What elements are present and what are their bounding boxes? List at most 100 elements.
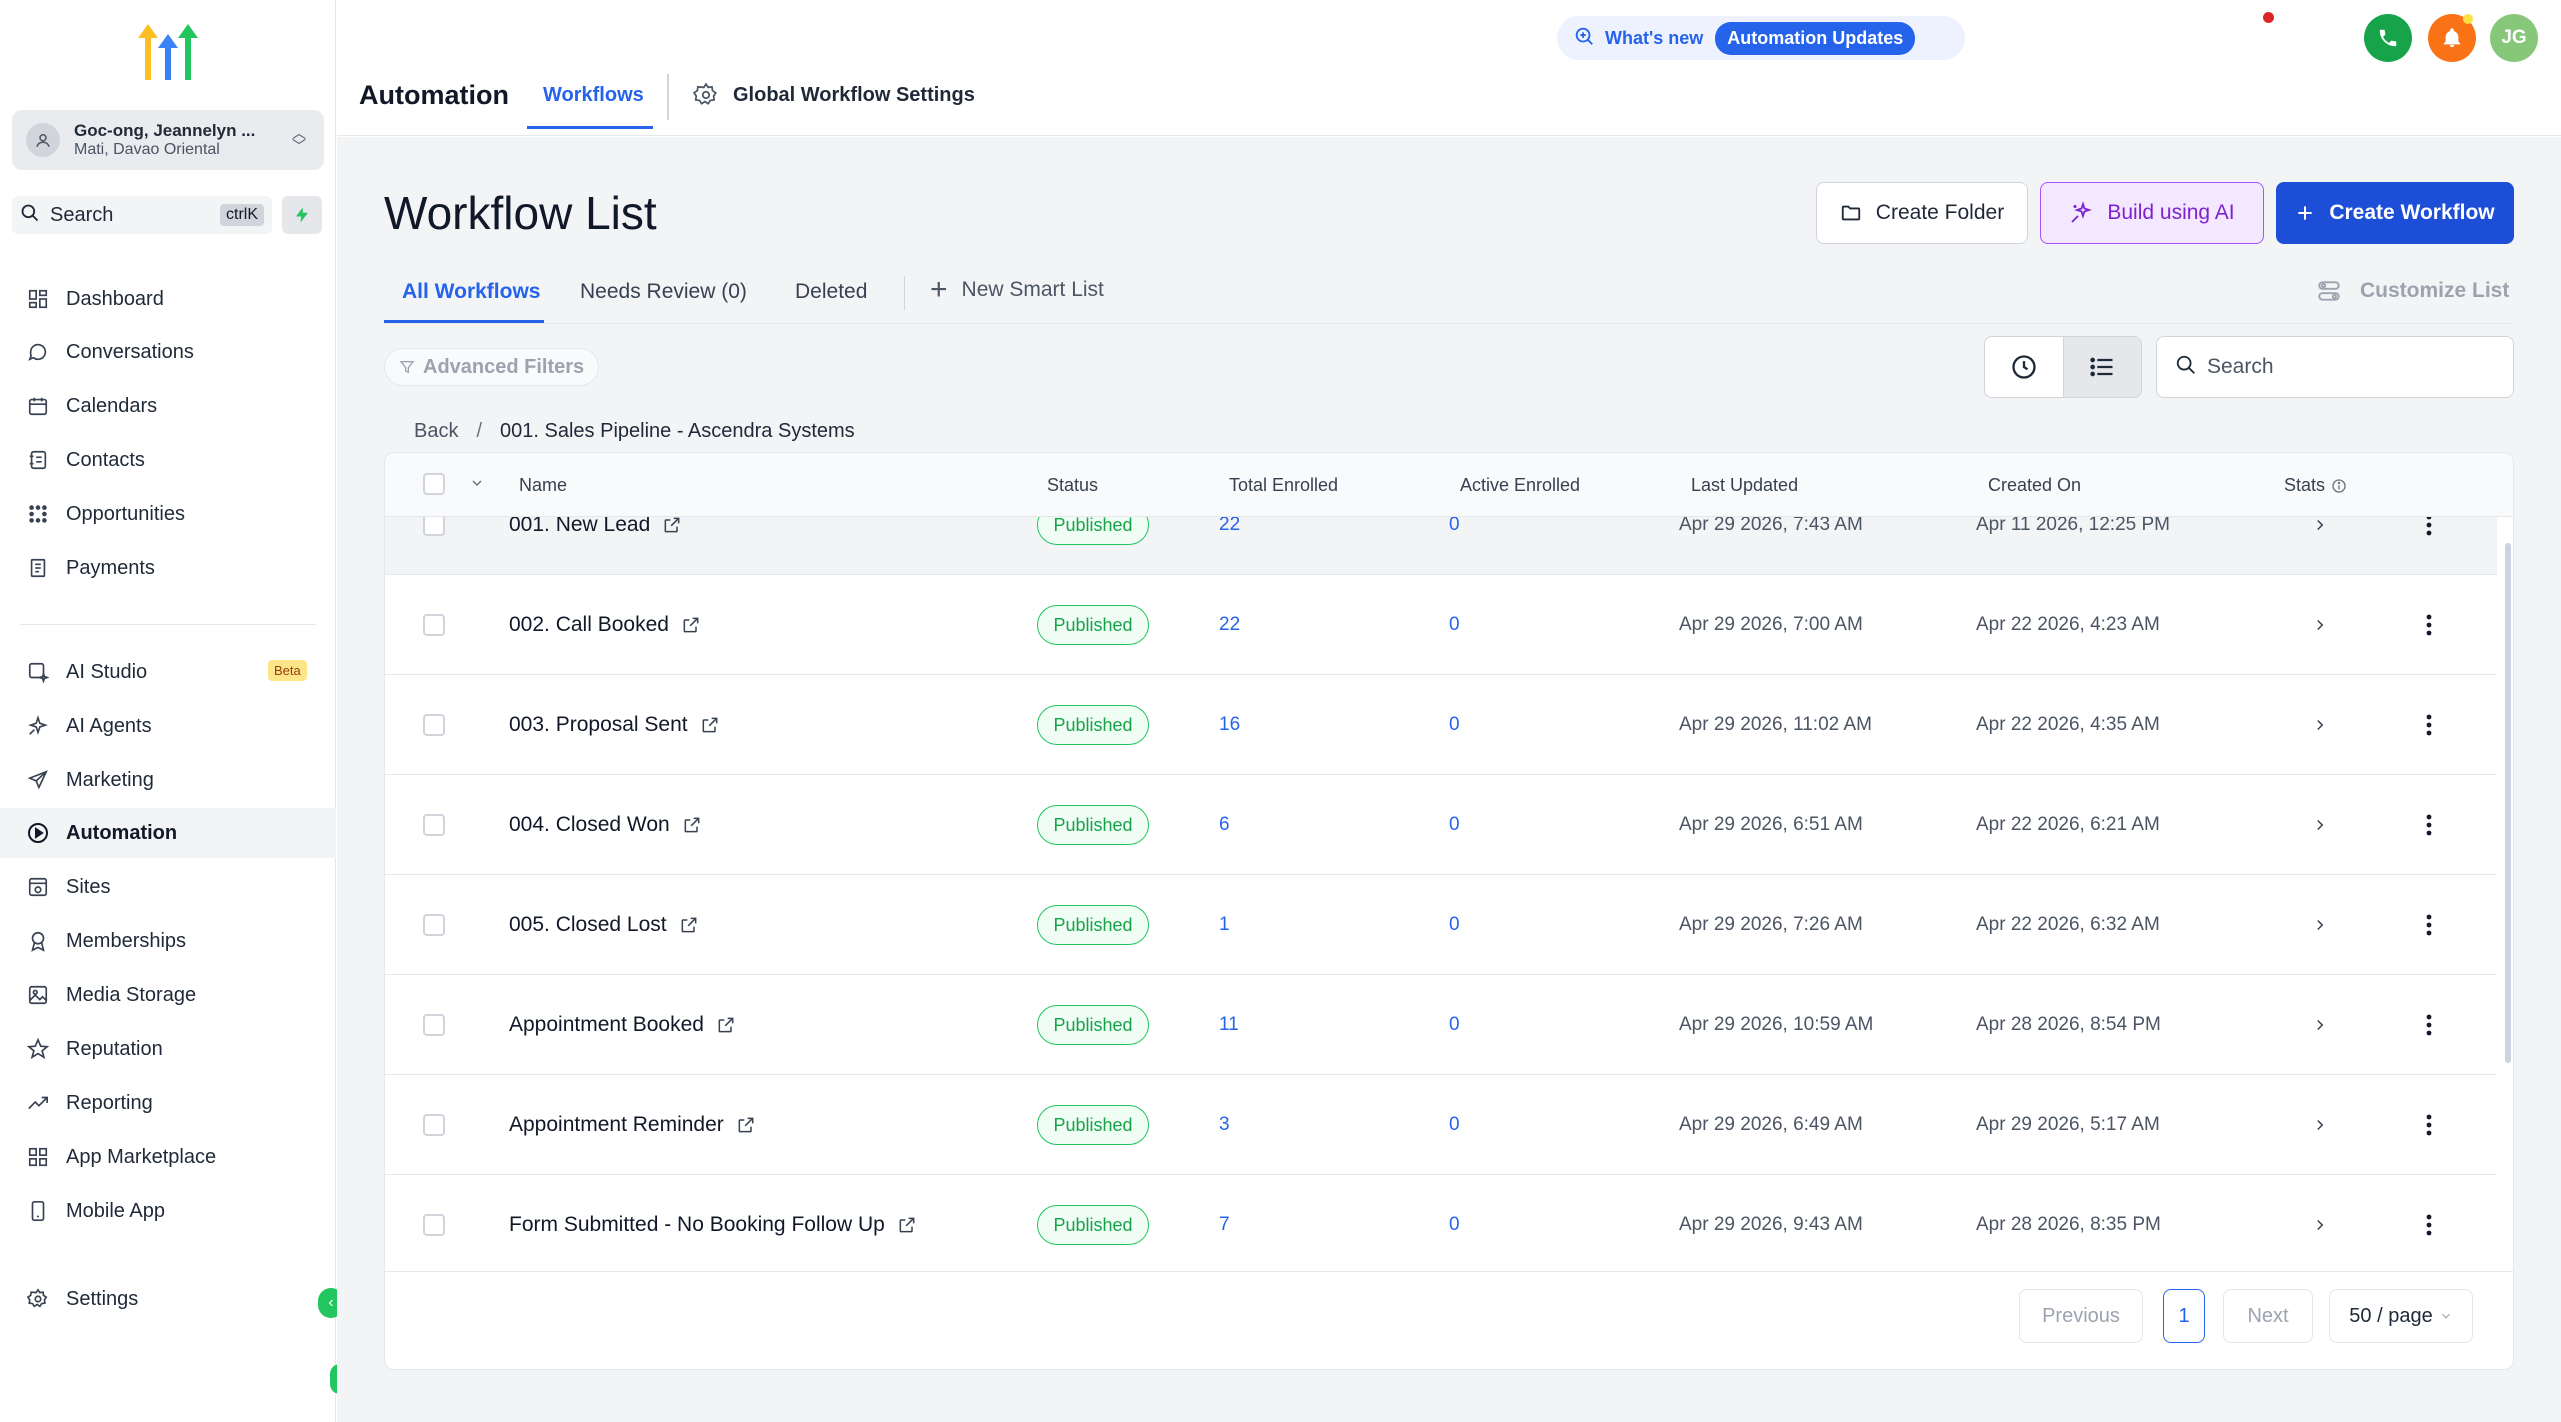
- workflow-name-cell[interactable]: Appointment Booked: [509, 1013, 736, 1037]
- row-checkbox[interactable]: [423, 1214, 445, 1236]
- more-options-icon[interactable]: [2425, 1213, 2433, 1237]
- chevron-right-icon[interactable]: [2311, 1116, 2329, 1134]
- tab-global-workflow-settings[interactable]: Global Workflow Settings: [693, 82, 975, 108]
- more-options-icon[interactable]: [2425, 1113, 2433, 1137]
- row-checkbox[interactable]: [423, 1114, 445, 1136]
- column-header-status[interactable]: Status: [1047, 475, 1098, 496]
- external-link-icon[interactable]: [700, 715, 720, 735]
- workflow-name[interactable]: 005. Closed Lost: [509, 913, 667, 937]
- sidebar-item-contacts[interactable]: Contacts: [0, 435, 336, 485]
- sidebar-item-reputation[interactable]: Reputation: [0, 1024, 336, 1074]
- phone-button[interactable]: [2364, 14, 2412, 62]
- column-header-name[interactable]: Name: [519, 475, 567, 496]
- app-logo[interactable]: [136, 22, 200, 84]
- table-row[interactable]: Appointment Booked Published 11 0 Apr 29 202…: [385, 975, 2497, 1075]
- column-header-last-updated[interactable]: Last Updated: [1691, 475, 1798, 496]
- table-row[interactable]: Form Submitted - No Booking Follow Up Pub…: [385, 1175, 2497, 1271]
- active-enrolled-link[interactable]: 0: [1449, 814, 1460, 836]
- workflow-name[interactable]: Form Submitted - No Booking Follow Up: [509, 1213, 885, 1237]
- whats-new-banner[interactable]: What's new Automation Updates: [1557, 16, 1965, 60]
- active-enrolled-link[interactable]: 0: [1449, 1014, 1460, 1036]
- chevron-right-icon[interactable]: [2311, 1216, 2329, 1234]
- workflow-name[interactable]: 001. New Lead: [509, 517, 650, 537]
- create-folder-button[interactable]: Create Folder: [1816, 182, 2028, 244]
- workflow-name-cell[interactable]: 004. Closed Won: [509, 813, 702, 837]
- advanced-filters-button[interactable]: Advanced Filters: [384, 348, 600, 386]
- workflow-name[interactable]: 004. Closed Won: [509, 813, 670, 837]
- sidebar-item-sites[interactable]: Sites: [0, 862, 336, 912]
- sidebar-item-ai-agents[interactable]: AI Agents: [0, 701, 336, 751]
- total-enrolled-link[interactable]: 22: [1219, 614, 1240, 636]
- build-using-ai-button[interactable]: Build using AI: [2040, 182, 2264, 244]
- active-enrolled-link[interactable]: 0: [1449, 1114, 1460, 1136]
- sidebar-item-media-storage[interactable]: Media Storage: [0, 970, 336, 1020]
- more-options-icon[interactable]: [2425, 813, 2433, 837]
- sidebar-item-opportunities[interactable]: Opportunities: [0, 489, 336, 539]
- workflow-name-cell[interactable]: 003. Proposal Sent: [509, 713, 720, 737]
- table-row[interactable]: 004. Closed Won Published 6 0 Apr 29 2026, 6…: [385, 775, 2497, 875]
- more-options-icon[interactable]: [2425, 1013, 2433, 1037]
- more-options-icon[interactable]: [2425, 913, 2433, 937]
- table-scrollbar[interactable]: [2505, 543, 2511, 1063]
- automation-updates-pill[interactable]: Automation Updates: [1715, 21, 1916, 55]
- sidebar-item-payments[interactable]: Payments: [0, 543, 336, 593]
- tab-needs-review[interactable]: Needs Review (0): [580, 280, 747, 304]
- workflow-name-cell[interactable]: Appointment Reminder: [509, 1113, 756, 1137]
- quick-actions-button[interactable]: [282, 196, 322, 234]
- select-all-checkbox[interactable]: [423, 473, 445, 495]
- sidebar-item-calendars[interactable]: Calendars: [0, 381, 336, 431]
- tab-all-workflows[interactable]: All Workflows: [402, 280, 540, 304]
- sidebar-item-mobile-app[interactable]: Mobile App: [0, 1186, 336, 1236]
- workflow-name[interactable]: Appointment Booked: [509, 1013, 704, 1037]
- external-link-icon[interactable]: [897, 1215, 917, 1235]
- workflow-name-cell[interactable]: 005. Closed Lost: [509, 913, 699, 937]
- external-link-icon[interactable]: [716, 1015, 736, 1035]
- more-options-icon[interactable]: [2425, 517, 2433, 537]
- active-enrolled-link[interactable]: 0: [1449, 614, 1460, 636]
- recent-view-button[interactable]: [1985, 337, 2063, 397]
- sidebar-search[interactable]: Search ctrlK: [12, 196, 272, 234]
- column-header-active-enrolled[interactable]: Active Enrolled: [1460, 475, 1580, 496]
- user-avatar[interactable]: JG: [2490, 14, 2538, 62]
- table-row[interactable]: 002. Call Booked Published 22 0 Apr 29 2026,…: [385, 575, 2497, 675]
- external-link-icon[interactable]: [679, 915, 699, 935]
- chevron-right-icon[interactable]: [2311, 716, 2329, 734]
- sidebar-item-marketing[interactable]: Marketing: [0, 755, 336, 805]
- active-enrolled-link[interactable]: 0: [1449, 517, 1460, 536]
- account-switcher[interactable]: Goc-ong, Jeannelyn ... Mati, Davao Orien…: [12, 110, 324, 170]
- page-1-button[interactable]: 1: [2163, 1289, 2205, 1343]
- search-input[interactable]: [2207, 355, 2487, 379]
- chevron-right-icon[interactable]: [2311, 616, 2329, 634]
- column-header-stats[interactable]: Stats: [2284, 475, 2347, 496]
- workflow-name[interactable]: 002. Call Booked: [509, 613, 669, 637]
- table-row[interactable]: 003. Proposal Sent Published 16 0 Apr 29 202…: [385, 675, 2497, 775]
- more-options-icon[interactable]: [2425, 613, 2433, 637]
- sidebar-item-dashboard[interactable]: Dashboard: [0, 274, 336, 324]
- chevron-right-icon[interactable]: [2311, 517, 2329, 534]
- active-enrolled-link[interactable]: 0: [1449, 714, 1460, 736]
- sidebar-item-memberships[interactable]: Memberships: [0, 916, 336, 966]
- external-link-icon[interactable]: [736, 1115, 756, 1135]
- workflow-name-cell[interactable]: Form Submitted - No Booking Follow Up: [509, 1213, 917, 1237]
- workflow-name[interactable]: Appointment Reminder: [509, 1113, 724, 1137]
- workflow-search[interactable]: [2156, 336, 2514, 398]
- more-options-icon[interactable]: [2425, 713, 2433, 737]
- tab-deleted[interactable]: Deleted: [795, 280, 867, 304]
- active-enrolled-link[interactable]: 0: [1449, 1214, 1460, 1236]
- sidebar-item-automation[interactable]: Automation: [0, 808, 336, 858]
- workflow-name-cell[interactable]: 001. New Lead: [509, 517, 682, 537]
- table-row[interactable]: 005. Closed Lost Published 1 0 Apr 29 2026, …: [385, 875, 2497, 975]
- sidebar-item-app-marketplace[interactable]: App Marketplace: [0, 1132, 336, 1182]
- total-enrolled-link[interactable]: 16: [1219, 714, 1240, 736]
- previous-page-button[interactable]: Previous: [2019, 1289, 2143, 1343]
- chevron-down-icon[interactable]: [469, 475, 485, 496]
- column-header-created-on[interactable]: Created On: [1988, 475, 2081, 496]
- sidebar-item-reporting[interactable]: Reporting: [0, 1078, 336, 1128]
- total-enrolled-link[interactable]: 7: [1219, 1214, 1230, 1236]
- external-link-icon[interactable]: [681, 615, 701, 635]
- chevron-right-icon[interactable]: [2311, 916, 2329, 934]
- new-smart-list-button[interactable]: + New Smart List: [930, 275, 1104, 305]
- table-row[interactable]: Appointment Reminder Published 3 0 Apr 29 20…: [385, 1075, 2497, 1175]
- total-enrolled-link[interactable]: 6: [1219, 814, 1230, 836]
- active-enrolled-link[interactable]: 0: [1449, 914, 1460, 936]
